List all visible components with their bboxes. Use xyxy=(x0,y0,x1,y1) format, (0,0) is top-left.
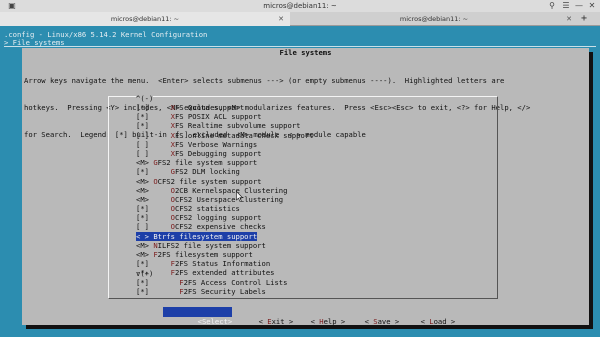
button-bracket: < xyxy=(364,317,374,326)
option-state[interactable]: [*] xyxy=(136,278,179,287)
option-label: 2FS Security Labels xyxy=(183,286,266,296)
option-label: CFS2 Userspace Clustering xyxy=(174,194,284,204)
tab-bar: micros@debian11: ~ ✕ micros@debian11: ~ … xyxy=(0,12,600,26)
window-title: micros@debian11: ~ xyxy=(263,2,337,10)
option-row[interactable]: <M> F2FS filesystem support xyxy=(136,250,253,259)
option-label: FS2 DLM locking xyxy=(174,167,240,177)
option-rows: [*] XFS Quota support [*] XFS POSIX ACL s… xyxy=(136,103,496,296)
close-window-icon[interactable]: ✕ xyxy=(586,0,598,12)
option-state[interactable]: [*] xyxy=(136,204,171,213)
button-bar: <Select> < Exit > < Help > < Save > < Lo… xyxy=(22,307,589,326)
option-row[interactable]: [ ] OCFS2 expensive checks xyxy=(136,222,266,231)
option-row[interactable]: [*] F2FS Status Information xyxy=(136,259,270,268)
option-row[interactable]: [*] OCFS2 statistics xyxy=(136,204,240,213)
scroll-up-indicator[interactable]: ^(-) xyxy=(136,94,154,103)
option-state[interactable]: <M> xyxy=(136,177,153,186)
option-label: FS Quota support xyxy=(174,103,245,112)
option-row[interactable]: [ ] XFS Verbose Warnings xyxy=(136,140,257,149)
option-label: FS Verbose Warnings xyxy=(174,139,258,149)
tab-terminal-1[interactable]: micros@debian11: ~ ✕ xyxy=(0,12,290,26)
option-label: FS Realtime subvolume support xyxy=(174,121,301,131)
help-line: Arrow keys navigate the menu. <Enter> se… xyxy=(24,76,505,85)
option-row[interactable]: <M> OCFS2 file system support xyxy=(136,177,262,186)
option-label: 2CB Kernelspace Clustering xyxy=(174,185,288,195)
option-label: 2FS filesystem support xyxy=(157,250,253,259)
option-row[interactable]: <M> NILFS2 file system support xyxy=(136,241,266,250)
close-tab-icon[interactable]: ✕ xyxy=(278,12,284,26)
option-row[interactable]: -*- F2FS extended attributes xyxy=(136,268,274,277)
option-row[interactable]: < > Btrfs filesystem support xyxy=(136,231,258,241)
option-row[interactable]: [*] XFS Realtime subvolume support xyxy=(136,121,300,130)
option-label: 2FS extended attributes xyxy=(174,268,275,278)
menuconfig-dialog: File systems Arrow keys navigate the men… xyxy=(22,48,589,326)
hamburger-menu-icon[interactable]: ☰ xyxy=(560,0,572,12)
option-state[interactable]: [*] xyxy=(136,167,171,176)
option-row[interactable]: [*] XFS Quota support xyxy=(136,103,244,112)
options-list[interactable]: ^(-) [*] XFS Quota support [*] XFS POSIX … xyxy=(108,94,498,299)
option-state[interactable]: <M> xyxy=(136,186,171,195)
option-label: CFS2 statistics xyxy=(174,204,240,214)
terminal-area[interactable]: .config - Linux/x86 5.14.2 Kernel Config… xyxy=(0,26,600,337)
option-row[interactable]: <M> O2CB Kernelspace Clustering xyxy=(136,186,287,195)
option-state[interactable]: < > xyxy=(136,232,153,241)
option-state[interactable]: [*] xyxy=(136,112,171,121)
option-state[interactable]: [*] xyxy=(136,287,179,296)
option-label: FS Debugging support xyxy=(174,148,262,158)
select-button[interactable]: <Select> xyxy=(163,307,233,326)
option-row[interactable]: [*] F2FS Security Labels xyxy=(136,287,266,296)
option-row[interactable]: [ ] XFS online metadata check support xyxy=(136,131,313,140)
tab-label: micros@debian11: ~ xyxy=(110,15,180,23)
option-state[interactable]: <M> xyxy=(136,158,153,167)
option-label: 2FS Status Information xyxy=(174,259,271,269)
option-state[interactable]: <M> xyxy=(136,241,153,250)
option-state[interactable]: [ ] xyxy=(136,131,171,140)
button-bracket: < xyxy=(258,317,268,326)
option-state[interactable]: [*] xyxy=(136,259,171,268)
option-label: CFS2 file system support xyxy=(157,176,262,186)
mouse-cursor-icon xyxy=(236,191,243,202)
option-row[interactable]: <M> GFS2 file system support xyxy=(136,158,257,167)
button-bracket: < xyxy=(420,317,430,326)
button-bracket: < xyxy=(310,317,320,326)
option-state[interactable]: <M> xyxy=(136,250,153,259)
dialog-title: File systems xyxy=(279,48,332,57)
option-label: FS POSIX ACL support xyxy=(174,112,262,122)
option-state[interactable]: [ ] xyxy=(136,149,171,158)
option-state[interactable]: [*] xyxy=(136,121,171,130)
option-row[interactable]: [*] OCFS2 logging support xyxy=(136,213,262,222)
option-row[interactable]: [*] GFS2 DLM locking xyxy=(136,167,240,176)
option-label: FS online metadata check support xyxy=(174,130,314,140)
option-state[interactable]: <M> xyxy=(136,195,171,204)
option-state[interactable]: [*] xyxy=(136,213,171,222)
tab-label: micros@debian11: ~ xyxy=(399,15,469,23)
window-titlebar: micros@debian11: ~ ▣ ⚲ ☰ — ✕ xyxy=(0,0,600,12)
terminal-menu-icon[interactable]: ▣ xyxy=(6,0,18,12)
option-row[interactable]: <M> OCFS2 Userspace Clustering xyxy=(136,195,283,204)
tab-terminal-2[interactable]: micros@debian11: ~ ✕ xyxy=(290,12,578,26)
header-divider xyxy=(4,46,596,47)
scroll-down-indicator[interactable]: v(+) xyxy=(136,269,153,278)
close-tab-icon[interactable]: ✕ xyxy=(566,12,572,26)
minimize-icon[interactable]: — xyxy=(573,0,585,12)
option-label: ILFS2 file system support xyxy=(157,240,266,250)
option-state[interactable]: [ ] xyxy=(136,140,171,149)
option-row[interactable]: [*] F2FS Access Control Lists xyxy=(136,278,287,287)
option-row[interactable]: [ ] XFS Debugging support xyxy=(136,149,262,158)
option-label: CFS2 logging support xyxy=(174,213,262,223)
new-tab-icon[interactable]: + xyxy=(576,13,592,25)
option-row[interactable]: [*] XFS POSIX ACL support xyxy=(136,112,262,121)
option-label: trfs filesystem support xyxy=(157,231,258,241)
option-label: FS2 file system support xyxy=(157,158,258,168)
option-label: CFS2 expensive checks xyxy=(174,222,266,232)
option-state[interactable]: [ ] xyxy=(136,222,171,231)
load-button[interactable]: < Load > xyxy=(386,307,456,326)
button-text: oad > xyxy=(433,317,456,326)
option-state[interactable]: [*] xyxy=(136,103,171,112)
option-label: 2FS Access Control Lists xyxy=(183,277,288,287)
search-icon[interactable]: ⚲ xyxy=(546,0,558,12)
